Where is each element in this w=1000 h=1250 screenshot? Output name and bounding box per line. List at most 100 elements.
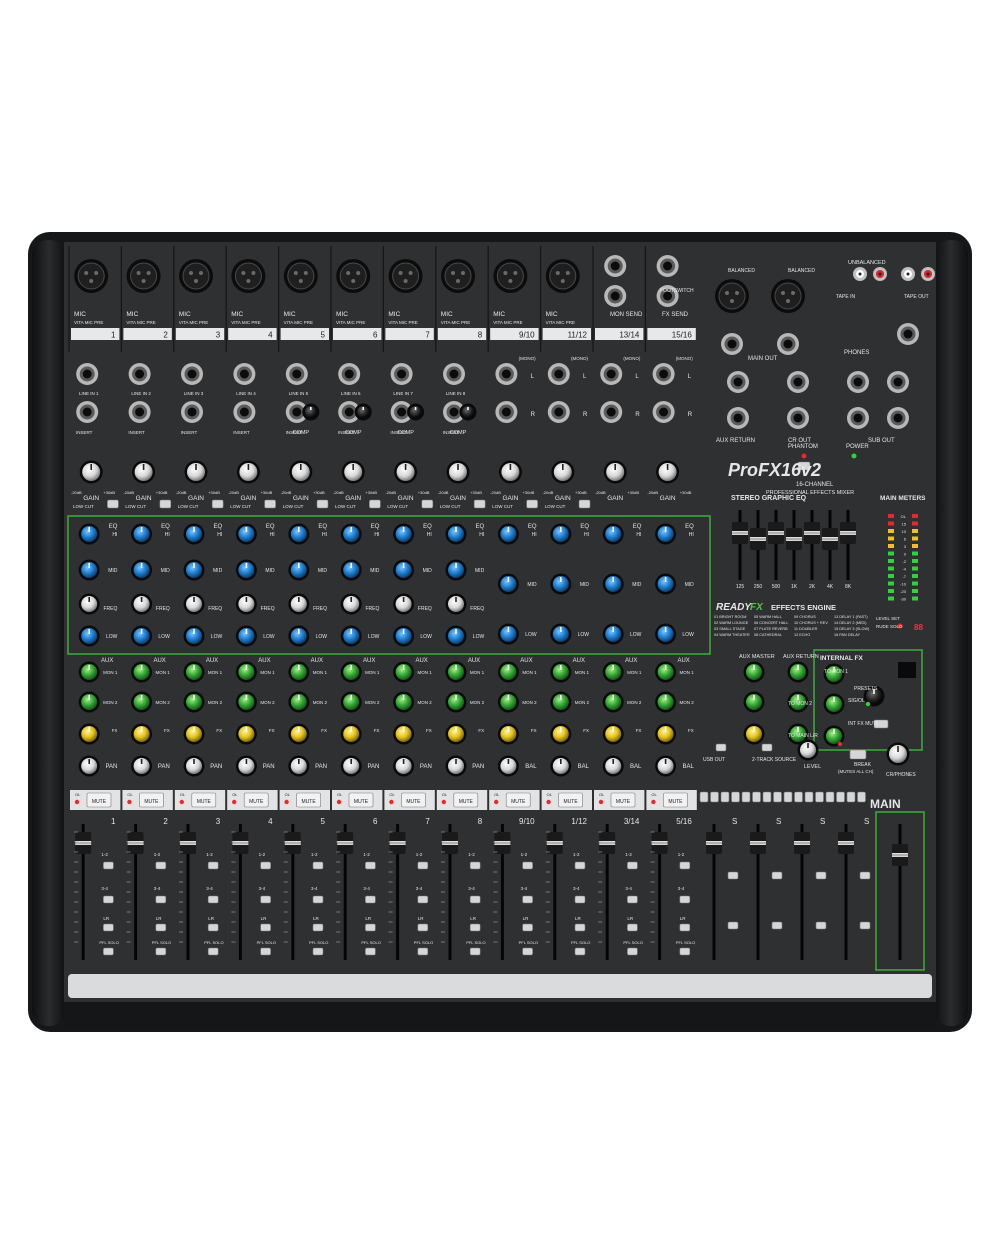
subgroup-assign-button-6[interactable] [752, 791, 761, 803]
bus12-button[interactable] [312, 861, 324, 870]
r-label: R [583, 412, 588, 418]
lr-button[interactable] [417, 923, 429, 932]
bus34-button[interactable] [155, 895, 167, 904]
usb-main-button[interactable] [715, 743, 727, 752]
lr-button[interactable] [260, 923, 271, 932]
mic-label: MIC [388, 311, 400, 318]
low-cut-button[interactable] [526, 499, 538, 509]
line-jack-1-hole [397, 369, 407, 379]
bus34-button[interactable] [417, 895, 429, 904]
bus12-button[interactable] [155, 861, 167, 870]
master-jack-4 [787, 407, 809, 429]
subgroup-assign-button-11[interactable] [804, 791, 814, 803]
bus34-button[interactable] [365, 895, 376, 904]
lr-button[interactable] [103, 923, 114, 932]
bus34-button[interactable] [207, 895, 219, 904]
bus34-button[interactable] [627, 895, 638, 904]
low-cut-button[interactable] [421, 499, 434, 509]
comp-knob [459, 403, 477, 421]
bus34-button[interactable] [103, 895, 114, 904]
xlr-input-pin1 [451, 271, 455, 275]
bus12-button[interactable] [260, 861, 271, 870]
eq-low-knob [235, 625, 257, 647]
subgroup-solo-button-4[interactable] [859, 921, 871, 930]
fx-preset-label: 09 CHORUS [794, 615, 816, 619]
pfl-solo-button[interactable] [365, 947, 376, 956]
pfl-solo-button[interactable] [155, 947, 167, 956]
pfl-solo-button[interactable] [574, 947, 586, 956]
bus34-button[interactable] [312, 895, 324, 904]
pfl-solo-button[interactable] [103, 947, 114, 956]
mono-label: (MONO) [676, 356, 693, 361]
lr-button[interactable] [155, 923, 167, 932]
low-cut-button[interactable] [264, 499, 276, 509]
subgroup-assign-button-3[interactable] [720, 791, 730, 803]
subgroup-assign-button-9[interactable] [783, 791, 793, 803]
low-cut-button[interactable] [578, 499, 591, 509]
pfl-solo-button[interactable] [207, 947, 219, 956]
subgroup-assign-button-12[interactable] [815, 791, 824, 803]
bus12-button[interactable] [522, 861, 533, 870]
pfl-solo-button[interactable] [417, 947, 429, 956]
low-cut-button[interactable] [107, 499, 119, 509]
subgroup-solo-button-1[interactable] [727, 921, 739, 930]
subgroup-assign-button-4[interactable] [731, 791, 740, 803]
subgroup-assign-button-10[interactable] [794, 791, 803, 803]
lr-button[interactable] [469, 923, 481, 932]
bus34-button[interactable] [469, 895, 481, 904]
break-button[interactable] [849, 749, 867, 760]
bus34-button[interactable] [574, 895, 586, 904]
subgroup-solo-button-2[interactable] [771, 921, 783, 930]
lr-button[interactable] [522, 923, 533, 932]
pfl-solo-button[interactable] [469, 947, 481, 956]
fx-preset-label: 11 DOUBLER [794, 627, 818, 631]
subgroup-assign-button-5[interactable] [741, 791, 751, 803]
subgroup-assign-button-8[interactable] [773, 791, 782, 803]
subgroup-assign-button-13[interactable] [825, 791, 835, 803]
subgroup-solo-button-3[interactable] [815, 921, 827, 930]
bus34-button[interactable] [679, 895, 691, 904]
bus12-button[interactable] [103, 861, 114, 870]
pfl-solo-button[interactable] [679, 947, 691, 956]
pfl-solo-button[interactable] [260, 947, 271, 956]
bus34-button[interactable] [260, 895, 271, 904]
tape-button[interactable] [761, 743, 773, 752]
subgroup-assign-button-16[interactable] [857, 791, 866, 803]
mon1-label: MON 1 [208, 670, 223, 675]
bus12-button[interactable] [574, 861, 586, 870]
bus12-button[interactable] [627, 861, 638, 870]
pfl-solo-button[interactable] [627, 947, 638, 956]
lr-button[interactable] [365, 923, 376, 932]
subgroup-lr-button-1[interactable] [727, 871, 739, 880]
bus12-button[interactable] [207, 861, 219, 870]
eq-low-knob [131, 625, 153, 647]
subgroup-assign-button-15[interactable] [846, 791, 856, 803]
low-cut-button[interactable] [316, 499, 329, 509]
low-cut-button[interactable] [159, 499, 172, 509]
subgroup-lr-button-3[interactable] [815, 871, 827, 880]
subgroup-assign-button-14[interactable] [836, 791, 845, 803]
subgroup-assign-button-1[interactable] [699, 791, 709, 803]
lr-button[interactable] [627, 923, 638, 932]
lr-button[interactable] [207, 923, 219, 932]
lr-button[interactable] [312, 923, 324, 932]
low-cut-button[interactable] [369, 499, 381, 509]
eq-hi-knob [340, 523, 362, 545]
eq-label: EQ [476, 524, 485, 530]
lr-button[interactable] [574, 923, 586, 932]
bus12-button[interactable] [417, 861, 429, 870]
bus12-button[interactable] [365, 861, 376, 870]
low-cut-button[interactable] [211, 499, 224, 509]
pfl-solo-button[interactable] [522, 947, 533, 956]
bus12-button[interactable] [469, 861, 481, 870]
lr-button[interactable] [679, 923, 691, 932]
subgroup-assign-button-7[interactable] [762, 791, 772, 803]
bus12-button[interactable] [679, 861, 691, 870]
subgroup-lr-button-4[interactable] [859, 871, 871, 880]
pfl-solo-button[interactable] [312, 947, 324, 956]
bus34-button[interactable] [522, 895, 533, 904]
channel-number: 15/16 [672, 331, 693, 340]
subgroup-lr-button-2[interactable] [771, 871, 783, 880]
low-cut-button[interactable] [473, 499, 486, 509]
subgroup-assign-button-2[interactable] [710, 791, 719, 803]
